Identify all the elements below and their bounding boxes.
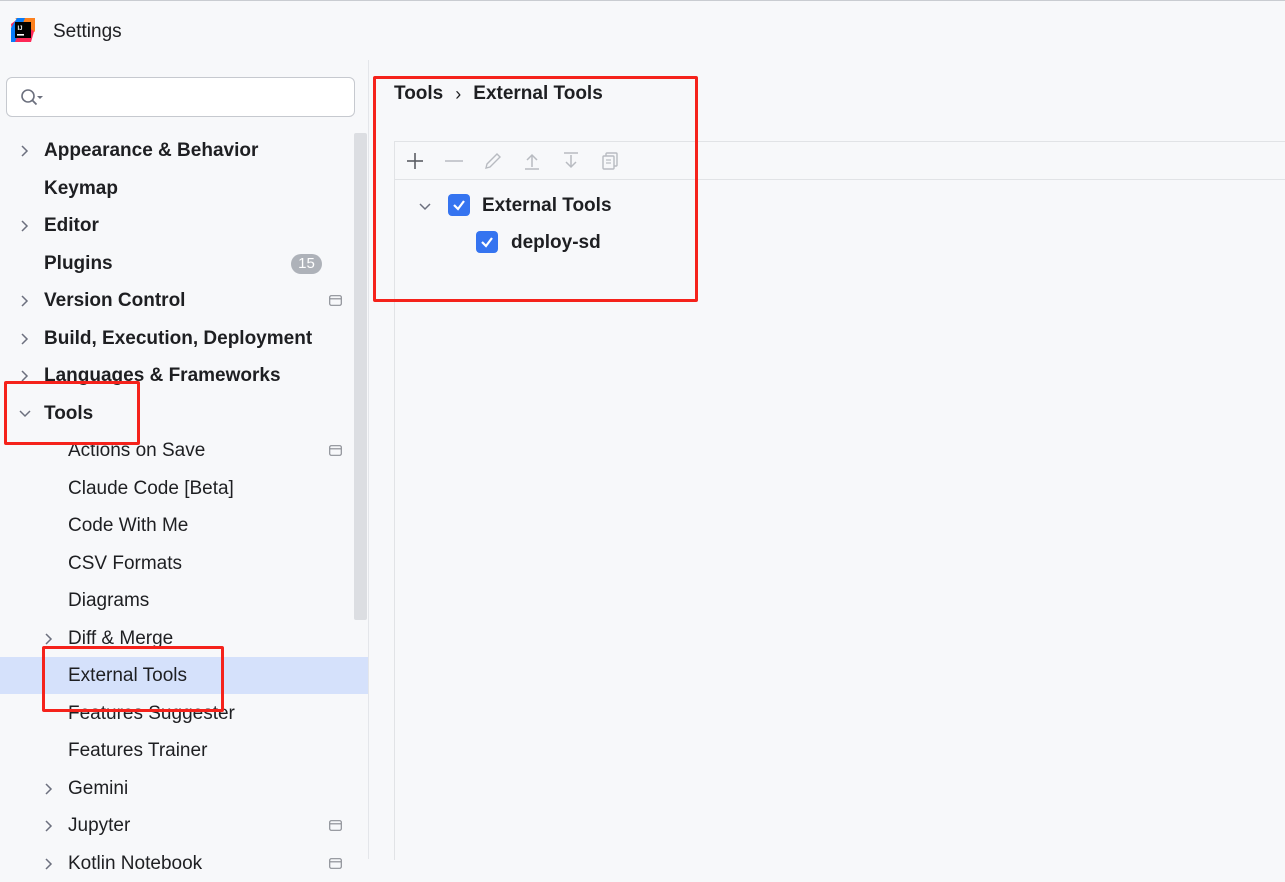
settings-content: Tools › External Tools External Tools de… — [369, 60, 1285, 860]
copy-icon — [602, 152, 618, 170]
tree-item-plugins[interactable]: Plugins 15 — [0, 245, 368, 282]
tree-item-label: Diff & Merge — [68, 627, 174, 649]
tree-item-label: Tools — [44, 402, 94, 424]
add-icon — [407, 153, 423, 169]
tree-item-label: Plugins — [44, 252, 113, 274]
tree-item-label: Gemini — [68, 777, 129, 799]
breadcrumb-current: External Tools — [473, 83, 603, 104]
intellij-logo-icon: IJ — [11, 18, 35, 42]
settings-search-box[interactable] — [6, 77, 355, 117]
tree-item-label: Actions on Save — [68, 440, 206, 461]
tree-item-keymap[interactable]: Keymap — [0, 170, 368, 207]
tree-item-label: External Tools — [68, 665, 187, 686]
add-button[interactable] — [403, 149, 427, 173]
tree-item-external-tools[interactable]: External Tools — [0, 657, 368, 694]
settings-sidebar: Appearance & Behavior Keymap Editor Plugins… — [0, 60, 369, 874]
checkmark-icon — [481, 237, 493, 248]
move-up-button[interactable] — [520, 149, 544, 173]
tree-item-label: Languages & Frameworks — [44, 365, 281, 386]
tree-item-label: Features Trainer — [68, 740, 208, 761]
tree-item-label: Appearance & Behavior — [44, 140, 259, 161]
checkmark-icon — [453, 200, 465, 211]
window-title: Settings — [53, 21, 122, 42]
tree-item-label: Jupyter — [68, 815, 131, 836]
move-down-icon — [564, 152, 578, 169]
tree-item-csv-formats[interactable]: CSV Formats — [0, 545, 368, 582]
tree-item-label: Code With Me — [68, 515, 189, 536]
move-up-icon — [525, 153, 539, 170]
project-level-settings-icon — [329, 295, 342, 306]
remove-button[interactable] — [442, 149, 466, 173]
breadcrumb-parent[interactable]: Tools — [394, 83, 443, 105]
external-tools-panel: External Tools deploy-sd — [394, 141, 1285, 860]
tree-item-label: Editor — [44, 215, 99, 236]
title-bar: IJ Settings — [0, 0, 1285, 60]
project-level-settings-icon — [329, 445, 342, 456]
tree-item-features-trainer[interactable]: Features Trainer — [0, 732, 368, 769]
tree-item-label: Kotlin Notebook — [68, 852, 203, 874]
chevron-down-icon[interactable] — [419, 202, 431, 212]
tree-item-build-execution-deployment[interactable]: Build, Execution, Deployment — [0, 320, 368, 357]
search-icon[interactable] — [19, 88, 45, 108]
tree-item-label: Claude Code [Beta] — [68, 477, 234, 499]
chevron-right-icon[interactable] — [19, 370, 31, 382]
sidebar-scrollbar-thumb[interactable] — [354, 133, 367, 620]
chevron-right-icon[interactable] — [43, 820, 55, 832]
project-level-settings-icon — [329, 820, 342, 831]
external-tools-group-label: External Tools — [482, 195, 612, 216]
breadcrumb-separator-icon: › — [455, 83, 462, 104]
breadcrumb: Tools › External Tools — [394, 83, 603, 105]
tree-item-editor[interactable]: Editor — [0, 207, 368, 244]
tree-item-label: Features Suggester — [68, 702, 235, 724]
edit-icon — [485, 153, 501, 169]
chevron-down-icon[interactable] — [19, 408, 31, 420]
external-tool-row-deploy-sd[interactable]: deploy-sd — [395, 229, 795, 259]
remove-icon — [445, 160, 463, 162]
chevron-right-icon[interactable] — [43, 632, 55, 645]
tree-item-tools[interactable]: Tools — [0, 395, 368, 432]
tree-item-label: Build, Execution, Deployment — [44, 327, 313, 349]
chevron-right-icon[interactable] — [43, 857, 55, 870]
tree-item-label: CSV Formats — [68, 552, 183, 574]
tree-item-languages-frameworks[interactable]: Languages & Frameworks — [0, 357, 368, 394]
deploy-sd-label: deploy-sd — [511, 232, 601, 253]
deploy-sd-checkbox[interactable] — [476, 231, 498, 253]
external-tools-group-checkbox[interactable] — [448, 194, 470, 216]
tree-item-features-suggester[interactable]: Features Suggester — [0, 695, 368, 732]
copy-button[interactable] — [598, 149, 622, 173]
external-tools-toolbar — [395, 142, 1285, 180]
tree-item-actions-on-save[interactable]: Actions on Save — [0, 432, 368, 469]
tree-item-claude-code-beta[interactable]: Claude Code [Beta] — [0, 470, 368, 507]
tree-item-diff-merge[interactable]: Diff & Merge — [0, 620, 368, 657]
tree-item-appearance-behavior[interactable]: Appearance & Behavior — [0, 132, 368, 169]
tree-item-label: Keymap — [44, 177, 118, 199]
tree-item-kotlin-notebook[interactable]: Kotlin Notebook — [0, 845, 368, 882]
tree-item-code-with-me[interactable]: Code With Me — [0, 507, 368, 544]
chevron-right-icon[interactable] — [19, 332, 31, 345]
tree-item-diagrams[interactable]: Diagrams — [0, 582, 368, 619]
search-input[interactable] — [51, 84, 345, 112]
edit-button[interactable] — [481, 149, 505, 173]
chevron-right-icon[interactable] — [19, 295, 31, 307]
tree-item-version-control[interactable]: Version Control — [0, 282, 368, 319]
plugins-update-badge: 15 — [291, 253, 322, 274]
chevron-right-icon[interactable] — [43, 782, 55, 795]
external-tools-group-row[interactable]: External Tools — [395, 192, 795, 222]
chevron-right-icon[interactable] — [19, 220, 31, 232]
tree-item-label: Diagrams — [68, 590, 150, 611]
tree-item-label: Version Control — [44, 290, 186, 311]
chevron-right-icon[interactable] — [19, 145, 31, 157]
svg-text:IJ: IJ — [18, 26, 23, 32]
project-level-settings-icon — [329, 857, 342, 869]
tree-item-gemini[interactable]: Gemini — [0, 770, 368, 807]
tree-item-jupyter[interactable]: Jupyter — [0, 807, 368, 844]
move-down-button[interactable] — [559, 149, 583, 173]
